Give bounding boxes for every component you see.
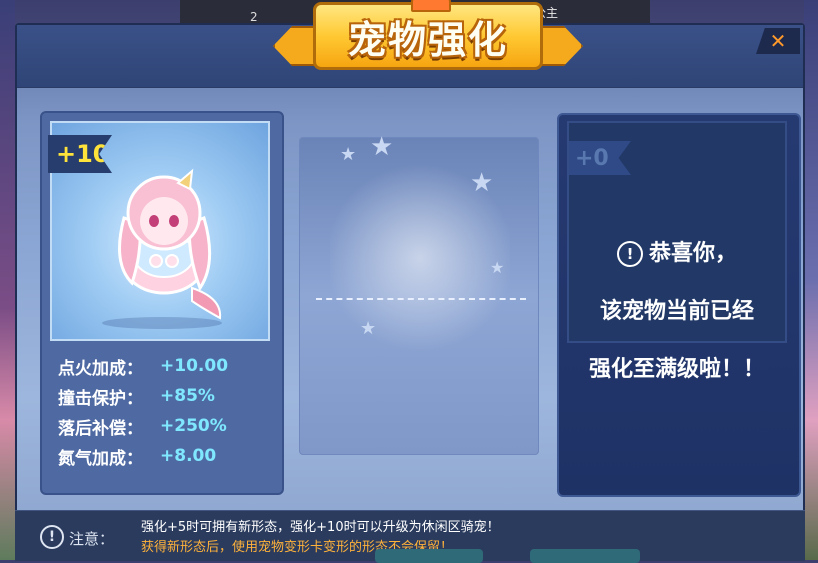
- title-banner: 宠物强化: [273, 0, 583, 78]
- stat-label: 氮气加成：: [58, 448, 143, 469]
- info-icon: !: [616, 241, 643, 267]
- stat-row-collision: 撞击保护： +85%: [58, 381, 228, 411]
- footer-button[interactable]: [530, 549, 640, 563]
- pet-mermaid-image: [102, 168, 222, 329]
- stat-value: +250%: [160, 416, 227, 436]
- stat-row-ignition: 点火加成： +10.00: [58, 351, 228, 381]
- pet-card[interactable]: +10: [48, 121, 270, 341]
- result-level-value: +0: [575, 145, 609, 171]
- pet-stats-list: 点火加成： +10.00 撞击保护： +85% 落后补偿： +250% 氮气加成…: [58, 351, 228, 471]
- stat-label: 落后补偿：: [58, 418, 143, 439]
- background-scene-left: [0, 0, 15, 560]
- stat-value: +85%: [160, 386, 215, 406]
- star-icon: ★: [370, 132, 394, 162]
- background-top-small: 2: [250, 10, 258, 24]
- star-icon: ★: [360, 318, 377, 339]
- slot-divider: [316, 298, 526, 300]
- result-pet-panel: +0 ! 恭喜你， 该宠物当前已经 强化至满级啦！！: [557, 113, 801, 497]
- star-icon: ★: [490, 258, 505, 277]
- star-icon: ★: [470, 168, 494, 198]
- stat-value: +8.00: [160, 446, 217, 466]
- stat-label: 撞击保护：: [58, 388, 143, 409]
- congrats-line-1: ! 恭喜你，: [559, 235, 795, 267]
- title-ornament-icon: [411, 0, 451, 12]
- result-level-tag: +0: [569, 141, 631, 175]
- congrats-line-3: 强化至满级啦！！: [588, 357, 765, 382]
- stat-row-nitro: 氮气加成： +8.00: [58, 441, 228, 471]
- close-icon: ✕: [769, 29, 787, 53]
- stat-label: 点火加成：: [58, 358, 143, 379]
- current-pet-panel: +10 点火加成： +10.00 撞击保护： +85% 落后补偿： +250% …: [40, 111, 284, 495]
- pet-enhance-window: ✕ +10 点火加成： +10.00 撞击保护： +85% 落后补偿： +250…: [15, 23, 805, 560]
- note-text: 强化+5时可拥有新形态，强化+10时可以升级为休闲区骑宠！: [141, 520, 500, 535]
- title-plate: 宠物强化: [313, 2, 543, 70]
- stat-value: +10.00: [160, 356, 229, 376]
- star-icon: ★: [340, 144, 357, 165]
- stat-row-catchup: 落后补偿： +250%: [58, 411, 228, 441]
- footer-note: ! 注意： 强化+5时可拥有新形态，强化+10时可以升级为休闲区骑宠！ 获得新形…: [15, 510, 805, 563]
- enhance-material-slot[interactable]: ★ ★ ★ ★ ★: [299, 132, 539, 455]
- congrats-text: 恭喜你，: [648, 241, 737, 266]
- note-label: 注意：: [69, 530, 115, 548]
- info-icon: !: [40, 525, 64, 549]
- congrats-line-2: 该宠物当前已经: [599, 299, 754, 324]
- footer-button[interactable]: [375, 549, 483, 563]
- window-title: 宠物强化: [347, 17, 508, 62]
- background-scene-right: [804, 0, 818, 560]
